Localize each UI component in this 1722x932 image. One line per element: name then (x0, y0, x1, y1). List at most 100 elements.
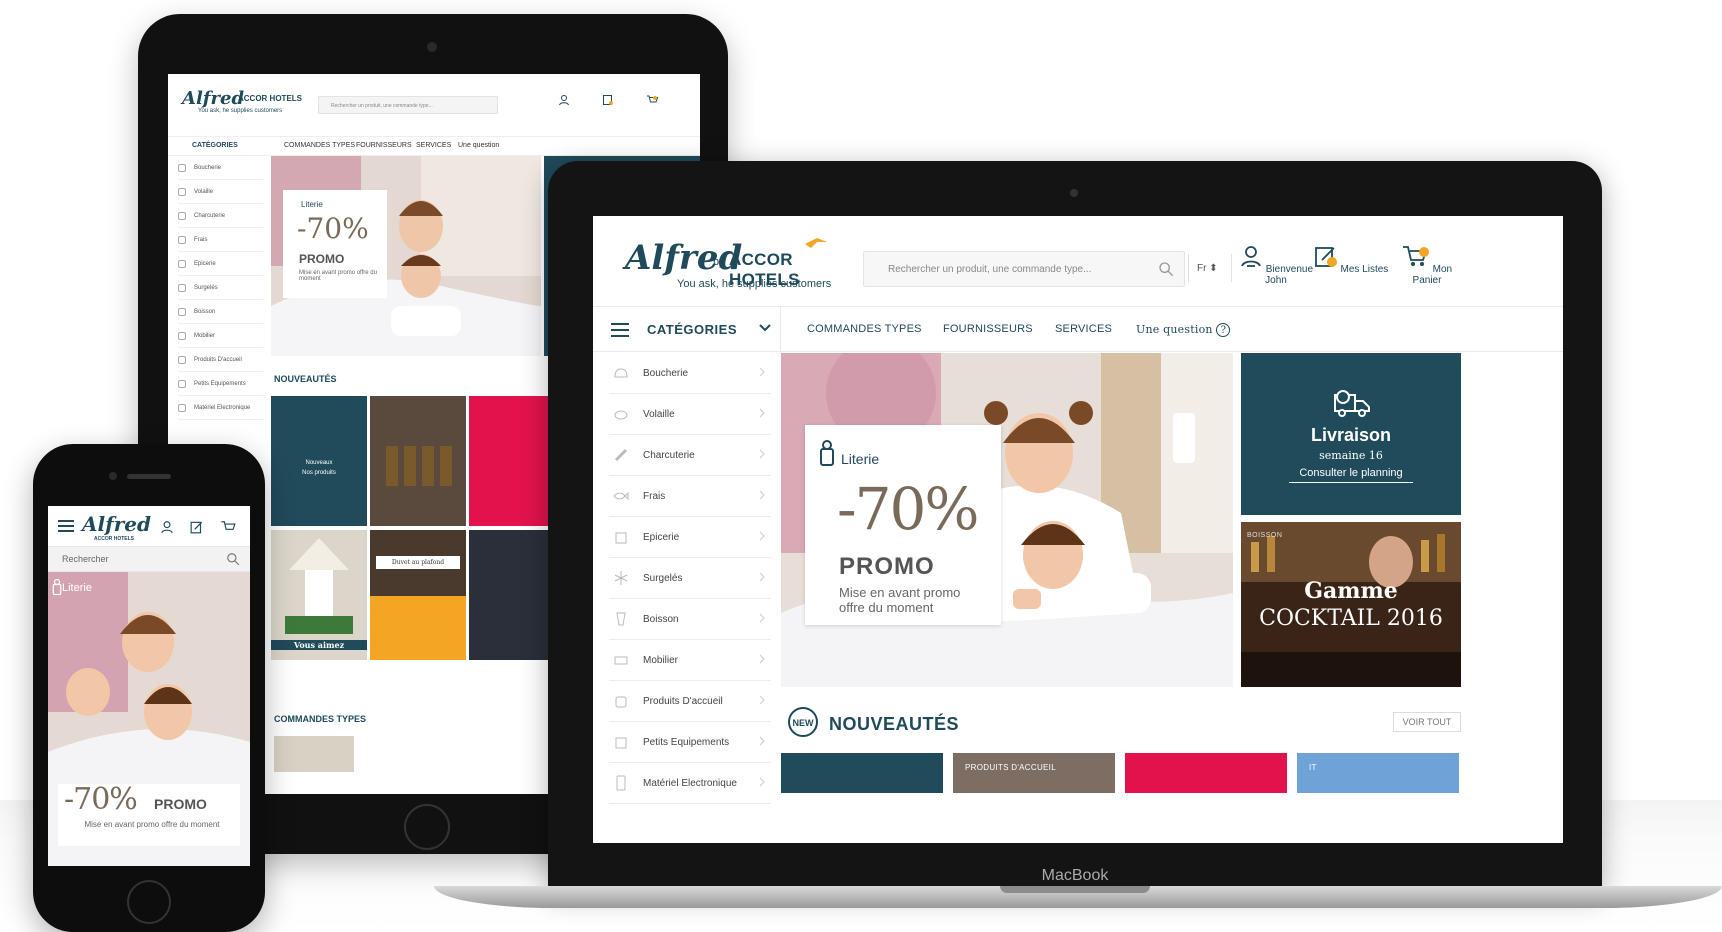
delivery-title: Livraison (1310, 425, 1392, 445)
tablet-product-card[interactable]: Nouveaux Nos produits (271, 396, 367, 526)
sidebar-item-petits-equipements[interactable]: Petits Equipements (609, 722, 771, 763)
laptop-device: Alfred by ACCOR HOTELS You ask, he suppl… (548, 161, 1602, 891)
tablet-nav-categories[interactable]: CATÉGORIES (192, 142, 238, 149)
tablet-sidebar-item[interactable]: Surgelés (178, 276, 263, 300)
equipment-icon (615, 737, 627, 749)
tablet-search-input[interactable]: Rechercher un produit, une commande type… (318, 96, 498, 114)
sidebar-item-label: Mobilier (643, 654, 679, 666)
new-product-tile[interactable]: IT (1297, 753, 1459, 793)
tablet-product-card[interactable]: Duvet au plafond (370, 530, 466, 660)
language-selector[interactable]: Fr ⬍ (1197, 263, 1218, 274)
tablet-sidebar-item[interactable]: Epicerie (178, 252, 263, 276)
delivery-truck-icon (1334, 390, 1370, 417)
new-product-tile[interactable]: PRODUITS D'ACCUEIL (953, 753, 1115, 793)
chevron-down-icon (759, 324, 771, 332)
account-button[interactable]: Bienvenue John (1236, 244, 1316, 286)
sidebar-item-mobilier[interactable]: Mobilier (609, 640, 771, 681)
tablet-sidebar-item[interactable]: Boisson (178, 300, 263, 324)
promo-box: Literie -70% PROMO Mise en avant promo o… (805, 425, 1001, 625)
cart-icon[interactable] (220, 520, 238, 534)
tablet-list-icon[interactable] (602, 94, 614, 106)
sidebar-item-produits-accueil[interactable]: Produits D'accueil (609, 681, 771, 722)
sidebar-item-frais[interactable]: Frais (609, 476, 771, 517)
nav-link-services[interactable]: SERVICES (1055, 323, 1112, 335)
tablet-sidebar-item[interactable]: Frais (178, 228, 263, 252)
tablet-hero-banner[interactable]: Literie -70% PROMO Mise en avant promo o… (271, 156, 541, 356)
menu-icon[interactable] (58, 520, 74, 532)
search-icon[interactable] (1158, 261, 1174, 277)
chevron-right-icon (759, 695, 765, 705)
tablet-sidebar-item[interactable]: Petits Equipements (178, 372, 263, 396)
tablet-sidebar-item[interactable]: Boucherie (178, 156, 263, 180)
logo-by: by (713, 256, 725, 268)
sidebar-item-label: Epicerie (643, 531, 680, 543)
tablet-promo-label: PROMO (299, 252, 345, 266)
hero-banner[interactable]: Literie -70% PROMO Mise en avant promo o… (781, 353, 1233, 687)
cart-button[interactable]: Mon Panier (1387, 244, 1467, 286)
search-input[interactable]: Rechercher un produit, une commande type… (863, 251, 1185, 287)
tablet-cart-icon[interactable] (646, 94, 658, 106)
tablet-sidebar-item[interactable]: Mobilier (178, 324, 263, 348)
phone-hero-banner[interactable]: Literie -70% PROMO Mise en avant promo o… (48, 572, 250, 866)
nav-link-question[interactable]: Une question ? (1136, 323, 1231, 337)
category-icon (178, 163, 186, 172)
search-icon[interactable] (226, 552, 240, 566)
tablet-nav-link[interactable]: COMMANDES TYPES (284, 142, 355, 149)
tablet-sidebar-label: Charcuterie (194, 212, 226, 219)
chevron-right-icon (759, 408, 765, 418)
tablet-sidebar-item[interactable]: Matériel Electronique (178, 396, 263, 420)
phone-search-input[interactable]: Rechercher (48, 546, 250, 572)
tablet-nouveautes-title: NOUVEAUTÉS (274, 374, 337, 384)
site-logo[interactable]: Alfred by ACCOR HOTELS You ask, he suppl… (625, 238, 865, 298)
tablet-nav-link[interactable]: FOURNISSEURS (356, 142, 412, 149)
tablet-commande-row[interactable] (274, 736, 574, 774)
sidebar-item-surgeles[interactable]: Surgelés (609, 558, 771, 599)
nav-link-fournisseurs[interactable]: FOURNISSEURS (943, 323, 1033, 335)
sidebar-item-label: Petits Equipements (643, 736, 730, 748)
delivery-planning-link[interactable]: Consulter le planning (1289, 467, 1413, 483)
category-icon (178, 307, 186, 316)
search-placeholder: Rechercher un produit, une commande type… (888, 264, 1092, 275)
tablet-home-button[interactable] (404, 804, 450, 850)
tablet-user-icon[interactable] (558, 94, 570, 106)
cocktail-tag: BOISSON (1247, 532, 1283, 539)
furniture-icon (614, 656, 628, 665)
phone-logo[interactable]: Alfred (82, 512, 151, 536)
delivery-panel[interactable]: Livraison semaine 16 Consulter le planni… (1241, 353, 1461, 515)
price-tag-icon (52, 578, 62, 596)
categories-toggle[interactable]: CATÉGORIES (609, 307, 781, 353)
tablet-nav-link[interactable]: SERVICES (416, 142, 451, 149)
sidebar-item-charcuterie[interactable]: Charcuterie (609, 435, 771, 476)
sidebar-item-label: Boisson (643, 613, 679, 625)
sidebar-item-boucherie[interactable]: Boucherie (609, 353, 771, 394)
sidebar-item-boisson[interactable]: Boisson (609, 599, 771, 640)
tablet-product-card[interactable]: Vous aimez (271, 530, 367, 660)
cocktail-banner[interactable]: BOISSON Gamme COCKTAIL 2016 (1241, 522, 1461, 687)
tablet-nav-question[interactable]: Une question (458, 142, 499, 149)
new-product-tile[interactable] (781, 753, 943, 793)
tablet-sidebar-item[interactable]: Charcuterie (178, 204, 263, 228)
sidebar-item-volaille[interactable]: Volaille (609, 394, 771, 435)
nav-link-commandes-types[interactable]: COMMANDES TYPES (807, 323, 922, 335)
list-edit-icon[interactable] (190, 520, 204, 534)
sidebar-item-epicerie[interactable]: Epicerie (609, 517, 771, 558)
tablet-logo[interactable]: Alfred (182, 88, 244, 109)
nouveautes-title: NOUVEAUTÉS (829, 714, 960, 734)
phone-home-button[interactable] (127, 880, 171, 924)
laptop-camera (1070, 189, 1078, 197)
sidebar-item-label: Charcuterie (643, 449, 695, 461)
lists-button[interactable]: Mes Listes (1311, 244, 1391, 275)
delivery-week: semaine 16 (1319, 449, 1383, 462)
tablet-sidebar-item[interactable]: Volaille (178, 180, 263, 204)
sidebar-item-label: Boucherie (643, 367, 689, 379)
new-product-tile[interactable] (1125, 753, 1287, 793)
user-icon[interactable] (160, 520, 174, 534)
tablet-product-card[interactable] (370, 396, 466, 526)
tablet-sidebar-item[interactable]: Produits D'accueil (178, 348, 263, 372)
tablet-nav: CATÉGORIES COMMANDES TYPES FOURNISSEURS … (168, 136, 700, 156)
tablet-sidebar-label: Matériel Electronique (194, 404, 251, 411)
sidebar-item-materiel-electronique[interactable]: Matériel Electronique (609, 763, 771, 804)
category-icon (178, 355, 186, 364)
see-all-button[interactable]: VOIR TOUT (1393, 712, 1461, 732)
tablet-sidebar-label: Produits D'accueil (194, 356, 242, 363)
